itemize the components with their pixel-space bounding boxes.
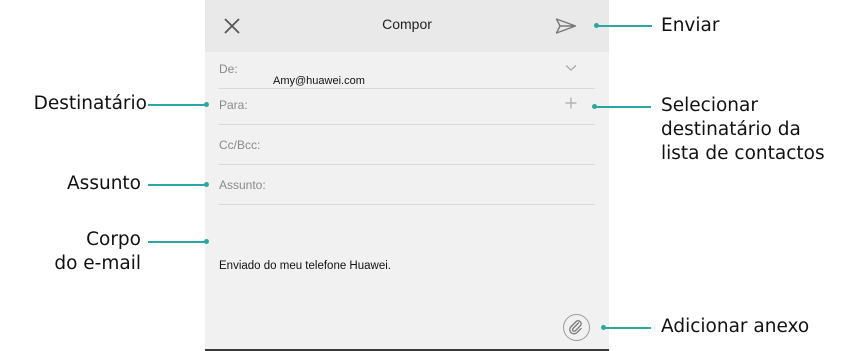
plus-icon[interactable] [565, 97, 577, 109]
paperclip-icon [569, 320, 582, 335]
body-annotation: Corpo do e-mail [0, 228, 141, 276]
recipient-annotation: Destinatário [33, 93, 147, 114]
body-annotation-line [148, 241, 207, 243]
divider [219, 204, 595, 205]
attach-annotation: Adicionar anexo [661, 316, 810, 337]
cc-bcc-field[interactable]: Cc/Bcc: [219, 138, 260, 152]
attach-button[interactable] [563, 314, 590, 341]
recipient-annotation-dot [204, 102, 209, 107]
email-body[interactable]: Enviado do meu telefone Huawei. [219, 260, 391, 272]
from-label: De: [219, 62, 238, 76]
select-contact-annotation-line3: lista de contactos [661, 143, 825, 164]
subject-annotation-dot [204, 182, 209, 187]
body-annotation-dot [204, 239, 209, 244]
subject-annotation: Assunto [67, 173, 141, 194]
compose-toolbar: Compor [205, 0, 609, 52]
send-annotation-line [598, 25, 652, 27]
select-contact-annotation-line2: destinatário da [661, 119, 801, 140]
divider [219, 124, 595, 125]
divider [219, 88, 595, 89]
body-annotation-line2: do e-mail [54, 253, 141, 274]
to-field[interactable]: Para: [219, 98, 248, 112]
chevron-down-icon[interactable] [565, 64, 577, 72]
divider [219, 164, 595, 165]
send-icon[interactable] [555, 17, 577, 35]
send-annotation: Enviar [661, 15, 720, 36]
subject-field[interactable]: Assunto: [219, 178, 266, 192]
compose-screen: Compor De: Amy@huawei.com Para: Cc/Bcc: … [205, 0, 609, 351]
page-title: Compor [382, 16, 432, 32]
from-field[interactable]: Amy@huawei.com [273, 75, 365, 87]
body-annotation-line1: Corpo [86, 229, 141, 250]
attach-annotation-line [605, 327, 651, 329]
select-contact-annotation: Selecionar destinatário da lista de cont… [661, 94, 825, 166]
subject-annotation-line [148, 184, 207, 186]
select-contact-annotation-line1: Selecionar [661, 95, 758, 116]
select-contact-annotation-line [596, 106, 651, 108]
recipient-annotation-line [148, 104, 207, 106]
